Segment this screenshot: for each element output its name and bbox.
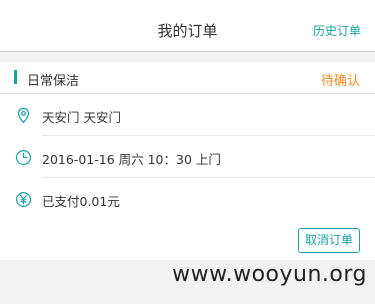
time-row: 2016-01-16 周六 10：30 上门 <box>0 136 375 178</box>
location-pin-icon <box>17 107 30 124</box>
service-time-text: 2016-01-16 周六 10：30 上门 <box>42 152 221 167</box>
address-row: 天安门 天安门 <box>0 94 375 136</box>
payment-text: 已支付0.01元 <box>42 194 120 209</box>
section-gap <box>0 52 375 62</box>
history-orders-link[interactable]: 历史订单 <box>313 22 361 39</box>
yuan-icon <box>15 191 32 208</box>
clock-icon <box>15 149 32 166</box>
cancel-order-button[interactable]: 取消订单 <box>298 228 360 253</box>
payment-row: 已支付0.01元 <box>0 178 375 220</box>
order-status: 待确认 <box>320 74 360 89</box>
address-text: 天安门 天安门 <box>42 110 121 125</box>
order-card-header: 日常保洁 待确认 <box>0 62 375 94</box>
header-bar: 我的订单 历史订单 <box>0 0 375 52</box>
order-card: 日常保洁 待确认 天安门 天安门 2016-01-16 周六 10：30 上门 … <box>0 62 375 260</box>
accent-bar <box>14 70 17 84</box>
watermark: www.wooyun.org <box>172 262 367 287</box>
service-name: 日常保洁 <box>27 74 80 89</box>
